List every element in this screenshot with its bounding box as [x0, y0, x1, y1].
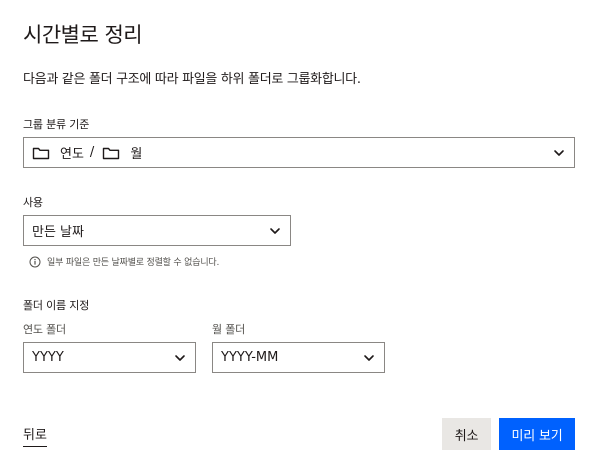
- group-by-select[interactable]: 연도 / 월: [23, 137, 575, 168]
- folder-naming-label: 폴더 이름 지정: [23, 299, 90, 312]
- folder-icon: [103, 147, 120, 159]
- cancel-button[interactable]: 취소: [442, 418, 491, 450]
- folder-icon: [32, 147, 50, 159]
- year-folder-label: 연도 폴더: [23, 323, 66, 336]
- use-label: 사용: [23, 196, 43, 209]
- chevron-down-icon: [554, 150, 564, 156]
- info-icon: [29, 256, 41, 267]
- chevron-down-icon: [270, 228, 280, 234]
- use-select[interactable]: 만든 날짜: [23, 215, 291, 246]
- group-by-separator: /: [89, 145, 95, 160]
- back-button[interactable]: 뒤로: [23, 424, 47, 447]
- month-folder-select[interactable]: YYYY-MM: [212, 342, 385, 373]
- preview-button[interactable]: 미리 보기: [499, 418, 575, 450]
- chevron-down-icon: [364, 355, 374, 361]
- group-by-year-text: 연도: [60, 147, 84, 162]
- use-info-note: 일부 파일은 만든 날짜별로 정렬할 수 없습니다.: [29, 255, 219, 268]
- dialog-title: 시간별로 정리: [23, 23, 143, 47]
- use-select-value: 만든 날짜: [32, 225, 84, 240]
- chevron-down-icon: [175, 355, 185, 361]
- group-by-label: 그룹 분류 기준: [23, 118, 90, 131]
- dialog-description: 다음과 같은 폴더 구조에 따라 파일을 하위 폴더로 그룹화합니다.: [23, 72, 361, 87]
- year-folder-select[interactable]: YYYY: [23, 342, 196, 373]
- month-folder-label: 월 폴더: [212, 323, 246, 336]
- info-text: 일부 파일은 만든 날짜별로 정렬할 수 없습니다.: [47, 258, 220, 268]
- group-by-month-text: 월: [130, 147, 143, 162]
- month-folder-value: YYYY-MM: [221, 350, 279, 365]
- organize-by-time-dialog: 시간별로 정리 다음과 같은 폴더 구조에 따라 파일을 하위 폴더로 그룹화합…: [0, 0, 597, 469]
- year-folder-value: YYYY: [32, 350, 64, 365]
